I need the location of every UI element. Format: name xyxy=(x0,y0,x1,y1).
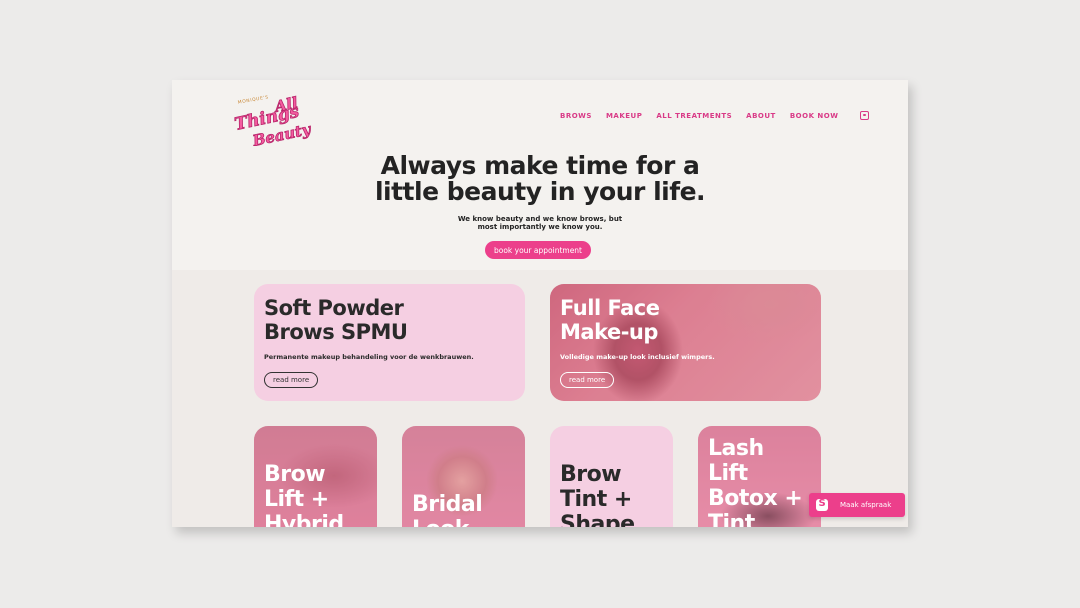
card-lash-lift-botox-tint[interactable]: Lash Lift Botox + Tint xyxy=(698,426,821,527)
card-brow-lift-hybrid[interactable]: Brow Lift + Hybrid xyxy=(254,426,377,527)
main-nav: BROWS MAKEUP ALL TREATMENTS ABOUT BOOK N… xyxy=(560,111,870,120)
setmore-icon xyxy=(816,498,828,511)
card-title: Bridal Look xyxy=(412,492,483,527)
card-title: Brow Tint + Shape xyxy=(560,462,635,527)
card-title-line: Soft Powder xyxy=(264,296,404,320)
book-appointment-widget[interactable]: Maak afspraak xyxy=(809,493,905,517)
card-title-line: Hybrid xyxy=(264,512,344,527)
card-title-line: Make-up xyxy=(560,320,658,344)
card-title-line: Tint + xyxy=(560,487,632,512)
hero-subtitle: We know beauty and we know brows, but mo… xyxy=(172,215,908,231)
card-title-line: Brow xyxy=(264,462,326,487)
nav-book-now[interactable]: BOOK NOW xyxy=(790,112,839,120)
card-title: Lash Lift Botox + Tint xyxy=(708,436,803,527)
card-soft-powder-brows[interactable]: Soft Powder Brows SPMU Permanente makeup… xyxy=(254,284,525,401)
nav-makeup[interactable]: MAKEUP xyxy=(606,112,642,120)
card-description: Permanente makeup behandeling voor de we… xyxy=(264,353,474,361)
hero-subtitle-line-2: most importantly we know you. xyxy=(477,223,603,231)
browser-window: MONIQUE'S All Things Beauty BROWS MAKEUP… xyxy=(172,80,908,527)
card-description: Volledige make-up look inclusief wimpers… xyxy=(560,353,715,361)
hero-title-line-2: little beauty in your life. xyxy=(374,177,706,206)
widget-label: Maak afspraak xyxy=(840,501,892,509)
instagram-icon[interactable] xyxy=(860,111,870,120)
book-appointment-button[interactable]: book your appointment xyxy=(485,241,591,259)
hero-title: Always make time for a little beauty in … xyxy=(172,153,908,205)
hero-subtitle-line-1: We know beauty and we know brows, but xyxy=(457,215,623,223)
card-title-line: Lash xyxy=(708,436,764,461)
nav-all-treatments[interactable]: ALL TREATMENTS xyxy=(656,112,732,120)
svg-text:MONIQUE'S: MONIQUE'S xyxy=(237,94,269,105)
card-title-line: Shape xyxy=(560,512,635,527)
card-title-line: Lift xyxy=(708,461,748,486)
card-full-face-makeup[interactable]: Full Face Make-up Volledige make-up look… xyxy=(550,284,821,401)
brand-logo[interactable]: MONIQUE'S All Things Beauty xyxy=(232,90,312,146)
card-title-line: Full Face xyxy=(560,296,660,320)
card-title-line: Bridal xyxy=(412,492,483,517)
card-brow-tint-shape[interactable]: Brow Tint + Shape xyxy=(550,426,673,527)
card-title: Full Face Make-up xyxy=(560,296,660,344)
card-title-line: Brow xyxy=(560,462,622,487)
card-title-line: Tint xyxy=(708,511,755,527)
card-title-line: Botox + xyxy=(708,486,803,511)
hero-title-line-1: Always make time for a xyxy=(380,151,700,180)
read-more-button[interactable]: read more xyxy=(264,372,319,388)
card-title: Soft Powder Brows SPMU xyxy=(264,296,408,344)
card-title: Brow Lift + Hybrid xyxy=(264,462,344,527)
card-title-line: Brows SPMU xyxy=(264,320,408,344)
card-title-line: Lift + xyxy=(264,487,329,512)
card-title-line: Look xyxy=(412,517,482,527)
nav-brows[interactable]: BROWS xyxy=(560,112,592,120)
nav-about[interactable]: ABOUT xyxy=(746,112,776,120)
read-more-button[interactable]: read more xyxy=(560,372,615,388)
card-bridal-look[interactable]: Bridal Look xyxy=(402,426,525,527)
